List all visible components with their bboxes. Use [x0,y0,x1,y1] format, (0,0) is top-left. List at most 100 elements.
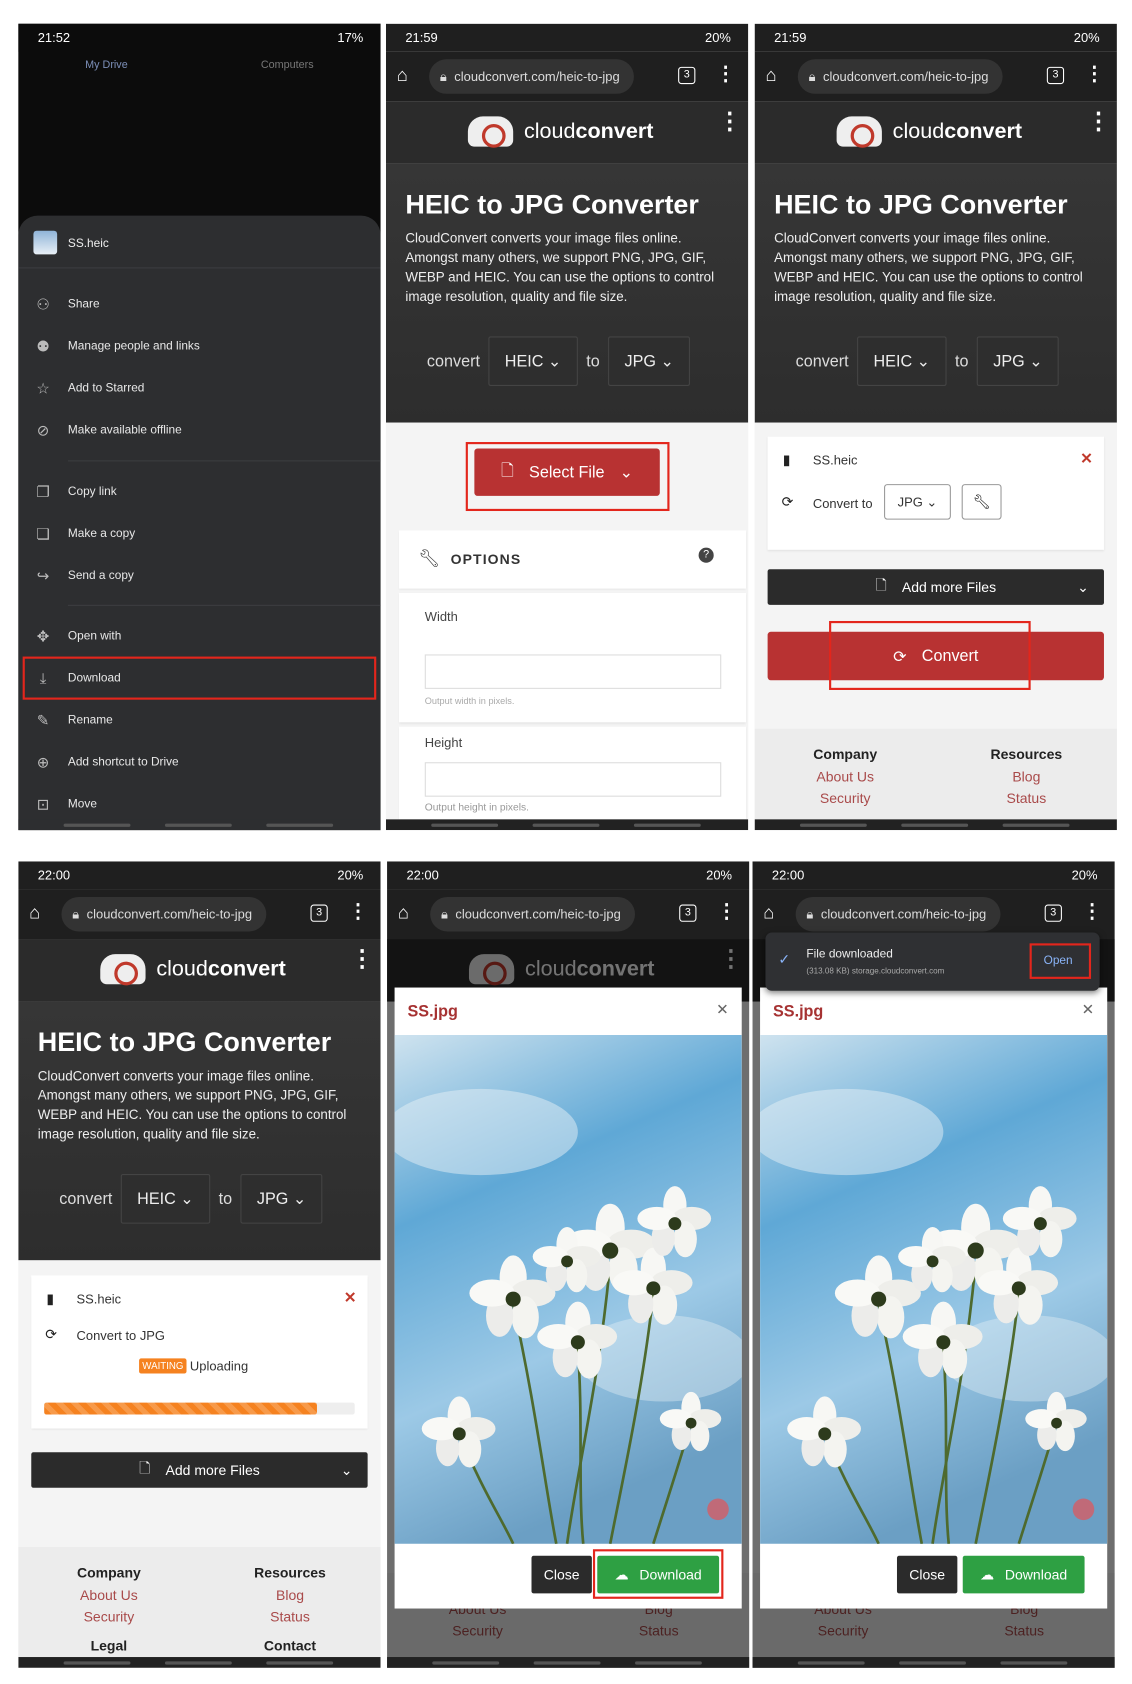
star-icon: ☆ [36,378,50,397]
add-more-files-button[interactable]: 🗋 Add more Files ⌄ [767,569,1104,605]
close-button[interactable]: Close [896,1555,958,1594]
site-header: cloudconvert ⋮ [18,939,381,1002]
menu-item-rename[interactable]: ✎ Rename [18,700,380,741]
address-bar[interactable]: 🔒︎ cloudconvert.com/heic-to-jpg [429,59,634,94]
height-hint: Output height in pixels. [424,802,529,814]
height-input[interactable] [424,762,722,797]
logo[interactable]: cloudconvert [100,954,286,986]
tab-my-drive[interactable]: My Drive [85,59,128,71]
from-format-select[interactable]: HEIC ⌄ [120,1174,211,1224]
menu-item-manage-people[interactable]: ⚉ Manage people and links [18,326,380,367]
close-label: Close [909,1566,946,1583]
home-icon[interactable]: ⌂ [763,902,774,924]
footer-link-about[interactable]: About Us [18,1587,199,1603]
browser-menu-icon[interactable]: ⋮ [1082,900,1101,923]
menu-item-make-copy[interactable]: ❏ Make a copy [18,513,380,554]
logo[interactable]: cloudconvert [467,116,653,148]
menu-item-offline[interactable]: ⊘ Make available offline [18,410,380,451]
close-icon[interactable]: ✕ [1082,1000,1095,1018]
help-icon[interactable]: ? [698,547,714,563]
home-icon[interactable]: ⌂ [29,902,40,924]
tab-switcher-button[interactable]: 3 [310,904,328,922]
remove-file-icon[interactable]: ✕ [344,1288,357,1306]
site-menu-icon[interactable]: ⋮ [350,946,374,970]
add-more-files-button[interactable]: 🗋 Add more Files ⌄ [31,1452,368,1488]
width-input[interactable] [424,654,722,689]
copy-icon: ❏ [36,524,50,542]
from-format-select[interactable]: HEIC ⌄ [857,336,947,386]
site-menu-icon[interactable]: ⋮ [718,108,742,132]
site-menu-icon[interactable]: ⋮ [1087,108,1111,132]
content: ▮ SS.heic ✕ ⟳ Convert to JPG WAITING Uplo… [18,1260,381,1668]
browser-menu-icon[interactable]: ⋮ [348,900,367,923]
to-format-select[interactable]: JPG ⌄ [608,336,691,386]
menu-label: Copy link [67,485,117,499]
brand-bold: convert [944,119,1023,143]
footer-link-blog[interactable]: Blog [199,1587,380,1603]
footer-link-security[interactable]: Security [18,1609,199,1625]
output-format-select[interactable]: JPG ⌄ [884,484,951,520]
lock-icon: 🔒︎ [806,906,814,922]
wrench-settings-button[interactable]: 🔧︎ [961,484,1002,520]
home-icon[interactable]: ⌂ [398,902,409,924]
download-button[interactable]: ☁ Download [962,1555,1085,1594]
divider [67,460,381,462]
remove-file-icon[interactable]: ✕ [1080,450,1093,468]
convert-label: convert [426,351,480,371]
home-icon[interactable]: ⌂ [765,65,776,87]
close-button[interactable]: Close [531,1555,592,1594]
footer-link-about[interactable]: About Us [755,769,936,785]
menu-item-add-shortcut[interactable]: ⊕ Add shortcut to Drive [18,742,380,783]
footer-link-status[interactable]: Status [199,1609,380,1625]
menu-label: Rename [67,713,113,727]
browser-menu-icon[interactable]: ⋮ [717,900,736,923]
cloud-download-icon: ☁ [980,1565,995,1583]
menu-item-share[interactable]: ⚇ Share [18,284,380,325]
nav-bar [18,1657,381,1668]
url-text: cloudconvert.com/heic-to-jpg [823,68,989,85]
to-format-select[interactable]: JPG ⌄ [977,336,1059,386]
footer-link-status[interactable]: Status [936,790,1117,806]
notification-detail: (313.08 KB) storage.cloudconvert.com [806,965,945,976]
to-format-select[interactable]: JPG ⌄ [240,1174,323,1224]
preview-modal: SS.jpg ✕ Close ☁ Download [760,987,1108,1609]
menu-item-copy-link[interactable]: ❐ Copy link [18,471,380,512]
file-name: SS.heic [812,452,858,468]
refresh-icon: ⟳ [45,1326,58,1343]
menu-item-send-copy[interactable]: ↪ Send a copy [18,555,380,596]
tab-switcher-button[interactable]: 3 [679,904,697,922]
file-plus-icon: 🗋 [875,576,887,593]
address-bar[interactable]: 🔒︎ cloudconvert.com/heic-to-jpg [61,896,267,932]
address-bar[interactable]: 🔒︎ cloudconvert.com/heic-to-jpg [797,59,1003,94]
tab-switcher-button[interactable]: 3 [1044,904,1062,922]
bottom-sheet: SS.heic ⚇ Share ⚉ Manage people and links … [18,215,381,831]
footer-link-blog[interactable]: Blog [936,769,1117,785]
logo[interactable]: cloudconvert [836,116,1023,148]
status-time: 22:00 [771,867,805,883]
tab-computers[interactable]: Computers [261,59,314,71]
send-icon: ↪ [36,566,50,584]
status-time: 22:00 [37,867,71,883]
from-format-select[interactable]: HEIC ⌄ [488,336,578,386]
menu-item-open-with[interactable]: ✥ Open with [18,616,380,657]
status-bar: 21:59 20% [754,23,1117,52]
footer-link-security[interactable]: Security [755,790,936,806]
address-bar[interactable]: 🔒︎ cloudconvert.com/heic-to-jpg [795,896,1001,932]
close-icon[interactable]: ✕ [716,1000,729,1018]
height-label: Height [424,735,463,751]
status-time: 21:59 [774,30,807,46]
browser-menu-icon[interactable]: ⋮ [716,63,735,86]
tab-switcher-button[interactable]: 3 [678,66,696,85]
tab-switcher-button[interactable]: 3 [1046,66,1065,85]
menu-item-starred[interactable]: ☆ Add to Starred [18,368,380,409]
browser-menu-icon[interactable]: ⋮ [1085,63,1104,86]
preview-image [760,1035,1107,1544]
address-bar[interactable]: 🔒︎ cloudconvert.com/heic-to-jpg [430,896,636,932]
browser-toolbar: ⌂ 🔒︎ cloudconvert.com/heic-to-jpg 3 ⋮ [385,51,749,102]
convert-row: convert HEIC ⌄ to JPG ⌄ [796,336,1059,386]
notification-title: File downloaded [806,947,893,961]
home-icon[interactable]: ⌂ [397,65,408,87]
wrench-icon: 🔧︎ [972,493,991,510]
check-icon: ✓ [778,950,791,968]
status-bar: 21:59 20% [385,23,749,52]
